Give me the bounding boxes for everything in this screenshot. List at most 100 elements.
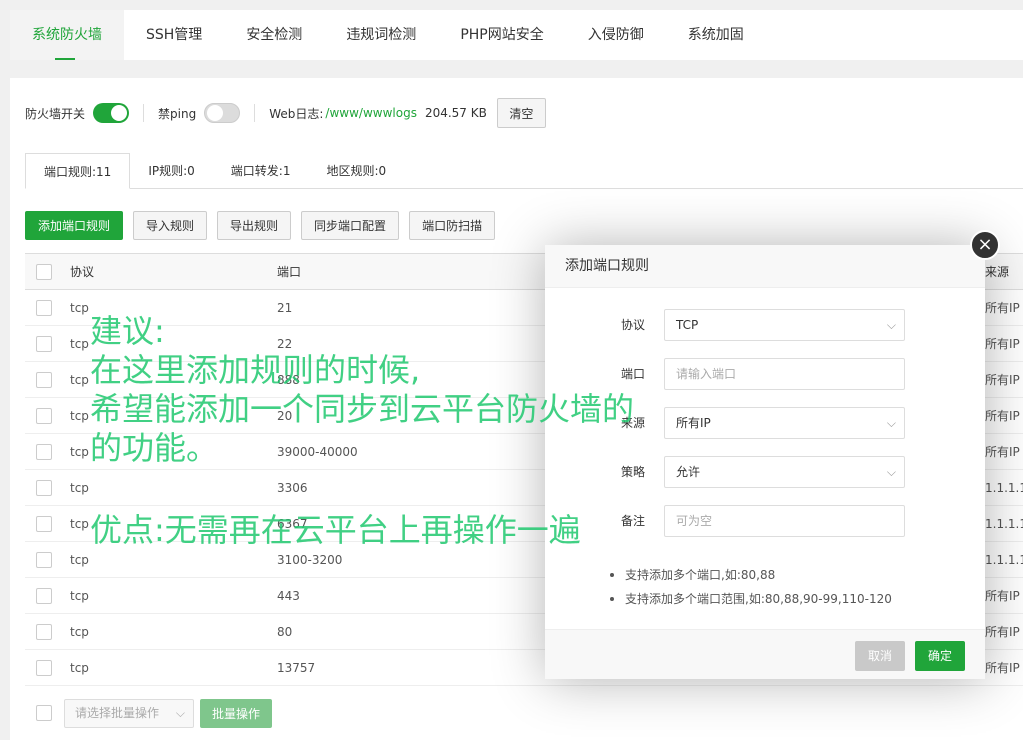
cell-source: 所有IP <box>985 445 1020 459</box>
select-all-checkbox[interactable] <box>36 264 52 280</box>
ping-switch-label: 禁ping <box>158 106 197 121</box>
chevron-down-icon: ⌵ <box>175 705 185 720</box>
action-toolbar: 添加端口规则 导入规则 导出规则 同步端口配置 端口防扫描 <box>25 211 505 240</box>
add-port-rule-button[interactable]: 添加端口规则 <box>25 211 124 240</box>
tab-php-security[interactable]: PHP网站安全 <box>438 10 565 60</box>
subtab-port-forward[interactable]: 端口转发:1 <box>213 153 309 189</box>
switch-bar: 防火墙开关 禁ping Web日志: /www/wwwlogs 204.57 K… <box>25 98 546 128</box>
firewall-toggle[interactable] <box>93 103 130 123</box>
policy-select[interactable]: 允许 ⌵ <box>664 456 905 488</box>
weblog-path[interactable]: /www/wwwlogs <box>325 106 417 120</box>
cell-protocol: tcp <box>70 445 89 459</box>
row-checkbox[interactable] <box>36 552 52 568</box>
cell-port: 20 <box>277 409 293 423</box>
row-checkbox[interactable] <box>36 372 52 388</box>
cell-source: 1.1.1.1 <box>985 481 1023 495</box>
weblog-size: 204.57 KB <box>424 106 487 120</box>
tip-item: 支持添加多个端口范围,如:80,88,90-99,110-120 <box>610 587 892 611</box>
batch-operation-button[interactable]: 批量操作 <box>200 698 273 728</box>
row-checkbox[interactable] <box>36 336 52 352</box>
cell-port: 6367 <box>277 517 308 531</box>
protocol-select[interactable]: TCP ⌵ <box>664 309 905 341</box>
remark-input[interactable]: 可为空 <box>664 505 905 537</box>
protocol-label: 协议 <box>620 318 645 332</box>
tab-intrusion-defense[interactable]: 入侵防御 <box>566 10 666 60</box>
port-input[interactable]: 请输入端口 <box>664 358 905 390</box>
chevron-down-icon: ⌵ <box>886 318 896 332</box>
clear-log-button[interactable]: 清空 <box>496 98 546 128</box>
top-tab-bar: 系统防火墙 SSH管理 安全检测 违规词检测 PHP网站安全 入侵防御 系统加固 <box>10 10 1023 60</box>
close-icon[interactable]: × <box>970 230 1000 260</box>
row-checkbox[interactable] <box>36 300 52 316</box>
ping-toggle[interactable] <box>204 103 241 123</box>
divider <box>254 104 256 122</box>
subtab-region-rules[interactable]: 地区规则:0 <box>308 153 404 189</box>
chevron-down-icon: ⌵ <box>886 416 896 430</box>
port-anti-scan-button[interactable]: 端口防扫描 <box>409 211 496 240</box>
row-checkbox[interactable] <box>36 444 52 460</box>
source-value: 所有IP <box>676 416 711 430</box>
row-checkbox[interactable] <box>36 624 52 640</box>
footer-select-all-checkbox[interactable] <box>36 705 52 721</box>
cell-protocol: tcp <box>70 661 89 675</box>
policy-value: 允许 <box>676 465 701 479</box>
divider <box>143 104 145 122</box>
header-port[interactable]: 端口 <box>277 254 301 290</box>
cell-port: 888 <box>277 373 300 387</box>
add-port-rule-dialog: 添加端口规则 协议 TCP ⌵ 端口 请输入端口 来源 所有IP ⌵ 策略 允许… <box>545 245 985 679</box>
dialog-tips: 支持添加多个端口,如:80,88 支持添加多个端口范围,如:80,88,90-9… <box>610 563 892 611</box>
port-row: 端口 请输入端口 <box>545 358 985 390</box>
tab-system-hardening[interactable]: 系统加固 <box>666 10 766 60</box>
protocol-row: 协议 TCP ⌵ <box>545 309 985 341</box>
source-row: 来源 所有IP ⌵ <box>545 407 985 439</box>
row-checkbox[interactable] <box>36 480 52 496</box>
subtab-port-rules[interactable]: 端口规则:11 <box>25 153 131 189</box>
cell-port: 21 <box>277 301 293 315</box>
batch-operation-placeholder: 请选择批量操作 <box>75 705 160 720</box>
cell-port: 3100-3200 <box>277 553 343 567</box>
weblog-label: Web日志: <box>269 106 324 121</box>
row-checkbox[interactable] <box>36 516 52 532</box>
row-checkbox[interactable] <box>36 588 52 604</box>
cell-source: 所有IP <box>985 589 1020 603</box>
cell-protocol: tcp <box>70 553 89 567</box>
cell-port: 22 <box>277 337 293 351</box>
remark-label: 备注 <box>620 514 645 528</box>
import-rules-button[interactable]: 导入规则 <box>133 211 208 240</box>
source-select[interactable]: 所有IP ⌵ <box>664 407 905 439</box>
remark-row: 备注 可为空 <box>545 505 985 537</box>
cell-port: 80 <box>277 625 293 639</box>
tab-banned-words[interactable]: 违规词检测 <box>324 10 438 60</box>
tab-ssh[interactable]: SSH管理 <box>124 10 224 60</box>
dialog-title: 添加端口规则 <box>545 245 985 288</box>
tab-security-check[interactable]: 安全检测 <box>224 10 324 60</box>
confirm-button[interactable]: 确定 <box>915 641 965 671</box>
port-label: 端口 <box>620 367 645 381</box>
protocol-value: TCP <box>676 318 699 332</box>
policy-row: 策略 允许 ⌵ <box>545 456 985 488</box>
dialog-footer: 取消 确定 <box>545 629 985 679</box>
export-rules-button[interactable]: 导出规则 <box>217 211 292 240</box>
cell-source: 1.1.1.1 <box>985 553 1023 567</box>
batch-operation-select[interactable]: 请选择批量操作 ⌵ <box>64 698 194 728</box>
source-label: 来源 <box>620 416 645 430</box>
cancel-button[interactable]: 取消 <box>855 641 905 671</box>
row-checkbox[interactable] <box>36 660 52 676</box>
cell-protocol: tcp <box>70 301 89 315</box>
table-footer: 请选择批量操作 ⌵ 批量操作 <box>25 698 273 728</box>
subtab-ip-rules[interactable]: IP规则:0 <box>130 153 212 189</box>
cell-protocol: tcp <box>70 589 89 603</box>
cell-port: 443 <box>277 589 300 603</box>
header-protocol[interactable]: 协议 <box>70 254 94 290</box>
tab-system-firewall[interactable]: 系统防火墙 <box>10 10 124 60</box>
cell-source: 所有IP <box>985 625 1020 639</box>
chevron-down-icon: ⌵ <box>886 465 896 479</box>
cell-source: 所有IP <box>985 373 1020 387</box>
sync-port-config-button[interactable]: 同步端口配置 <box>301 211 400 240</box>
firewall-switch-label: 防火墙开关 <box>25 106 86 121</box>
cell-protocol: tcp <box>70 409 89 423</box>
cell-source: 所有IP <box>985 337 1020 351</box>
tip-item: 支持添加多个端口,如:80,88 <box>610 563 892 587</box>
row-checkbox[interactable] <box>36 408 52 424</box>
cell-source: 所有IP <box>985 661 1020 675</box>
